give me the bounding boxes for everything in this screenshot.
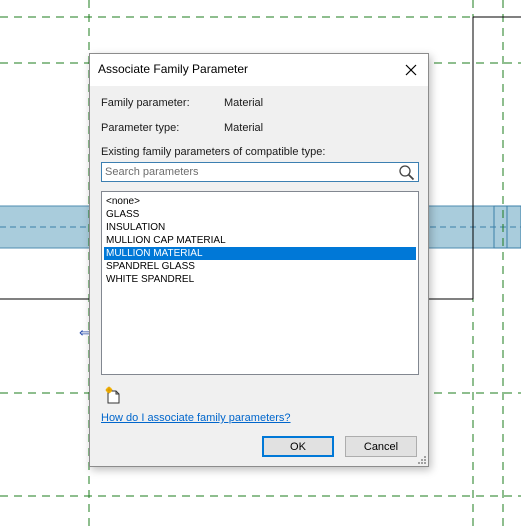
associate-family-parameter-dialog: Associate Family Parameter Family parame…: [89, 53, 429, 467]
dialog-title: Associate Family Parameter: [98, 62, 249, 76]
resize-grip-icon[interactable]: [417, 455, 427, 465]
parameter-list-item[interactable]: SPANDREL GLASS: [104, 260, 416, 273]
parameter-list-item[interactable]: MULLION MATERIAL: [104, 247, 416, 260]
search-input[interactable]: [105, 163, 395, 181]
new-parameter-icon[interactable]: [105, 386, 121, 404]
dialog-titlebar[interactable]: Associate Family Parameter: [90, 54, 428, 86]
close-icon: [405, 64, 417, 76]
cancel-button[interactable]: Cancel: [345, 436, 417, 457]
search-icon[interactable]: [398, 164, 415, 181]
family-parameter-value: Material: [224, 97, 264, 109]
family-parameter-label: Family parameter:: [101, 97, 190, 109]
parameter-list-item[interactable]: INSULATION: [104, 221, 416, 234]
parameter-list-item[interactable]: WHITE SPANDREL: [104, 273, 416, 286]
parameter-list-item[interactable]: GLASS: [104, 208, 416, 221]
existing-parameters-label: Existing family parameters of compatible…: [101, 146, 326, 158]
help-link[interactable]: How do I associate family parameters?: [101, 412, 291, 424]
search-field[interactable]: [101, 162, 419, 182]
parameter-list-item[interactable]: MULLION CAP MATERIAL: [104, 234, 416, 247]
parameter-type-value: Material: [224, 122, 264, 134]
parameter-type-label: Parameter type:: [101, 122, 180, 134]
close-button[interactable]: [398, 58, 424, 82]
drawing-canvas[interactable]: ⇐ Associate Family Parameter Family para…: [0, 0, 521, 531]
ok-button[interactable]: OK: [262, 436, 334, 457]
parameter-list[interactable]: <none> GLASS INSULATION MULLION CAP MATERIA…: [101, 191, 419, 375]
parameter-list-item[interactable]: <none>: [104, 195, 416, 208]
